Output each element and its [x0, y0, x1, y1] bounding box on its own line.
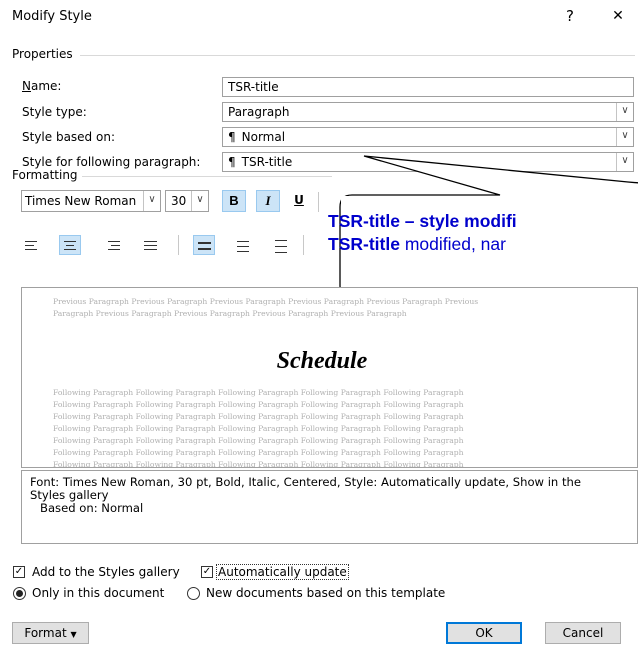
- checkmark-icon: ✓: [202, 566, 212, 577]
- preview-sample-text: Schedule: [276, 348, 368, 374]
- auto-update-checkbox[interactable]: ✓: [201, 566, 213, 578]
- preview-following-line: Following Paragraph Following Paragraph …: [53, 436, 464, 445]
- auto-update-label: Automatically update: [216, 564, 349, 580]
- new-documents-label: New documents based on this template: [206, 586, 446, 600]
- callout-text: TSR-title – style modifi TSR-title modif…: [328, 210, 517, 256]
- preview-previous-line: Paragraph Previous Paragraph Previous Pa…: [53, 309, 407, 318]
- ok-button[interactable]: OK: [446, 622, 522, 644]
- style-preview: Previous Paragraph Previous Paragraph Pr…: [21, 287, 638, 468]
- new-documents-radio[interactable]: [187, 587, 200, 600]
- preview-following-line: Following Paragraph Following Paragraph …: [53, 388, 464, 397]
- callout-line-1: TSR-title – style modifi: [328, 211, 517, 231]
- checkmark-icon: ✓: [14, 566, 24, 577]
- preview-following-line: Following Paragraph Following Paragraph …: [53, 424, 464, 433]
- callout-line-2: TSR-title modified, nar: [328, 234, 506, 254]
- format-button[interactable]: Format ▼: [12, 622, 89, 644]
- format-button-label: Format: [24, 626, 67, 640]
- style-description: Font: Times New Roman, 30 pt, Bold, Ital…: [21, 470, 638, 544]
- triangle-down-icon: ▼: [70, 630, 77, 639]
- preview-previous-line: Previous Paragraph Previous Paragraph Pr…: [53, 297, 479, 306]
- preview-following-line: Following Paragraph Following Paragraph …: [53, 448, 464, 457]
- description-line: Based on: Normal: [40, 501, 144, 515]
- preview-following-line: Following Paragraph Following Paragraph …: [53, 412, 464, 421]
- only-this-document-radio[interactable]: [13, 587, 26, 600]
- preview-following-line: Following Paragraph Following Paragraph …: [53, 400, 464, 409]
- only-this-document-label: Only in this document: [32, 586, 165, 600]
- preview-following-line: Following Paragraph Following Paragraph …: [53, 460, 464, 468]
- add-to-gallery-label: Add to the Styles gallery: [32, 565, 180, 579]
- description-line: Font: Times New Roman, 30 pt, Bold, Ital…: [30, 475, 581, 489]
- cancel-button[interactable]: Cancel: [545, 622, 621, 644]
- add-to-gallery-checkbox[interactable]: ✓: [13, 566, 25, 578]
